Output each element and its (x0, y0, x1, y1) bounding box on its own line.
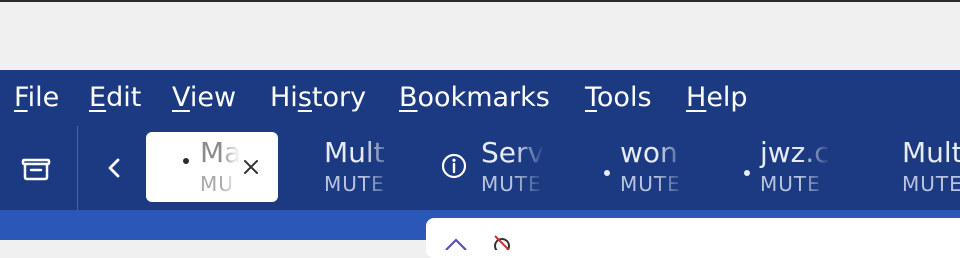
tab-item[interactable]: won MUTE (600, 132, 686, 202)
menu-file[interactable]: File (14, 82, 59, 114)
tab-status-dot (744, 170, 750, 176)
window-titlebar (0, 0, 960, 70)
tab-list-button[interactable] (14, 150, 58, 186)
menu-tools[interactable]: Tools (585, 82, 652, 114)
scroll-tabs-left-button[interactable] (96, 148, 132, 188)
url-bar[interactable] (426, 218, 960, 258)
close-icon (244, 160, 258, 174)
tab-title: Mult (902, 136, 960, 169)
tab-status-dot (604, 170, 610, 176)
menu-history[interactable]: History (270, 82, 366, 114)
menu-help[interactable]: Help (686, 82, 748, 114)
tab-item[interactable]: jwz.c MUTE (740, 132, 830, 202)
site-identity-icon (445, 238, 467, 250)
menu-view[interactable]: View (172, 82, 236, 114)
tab-close-button[interactable] (236, 152, 266, 182)
chevron-left-icon (108, 158, 120, 178)
menu-edit[interactable]: Edit (89, 82, 141, 114)
toolbar-separator (77, 126, 78, 210)
tab-list-icon (21, 158, 51, 181)
tab-item[interactable]: Mult MUTE (324, 132, 394, 202)
permissions-icon (494, 235, 510, 250)
tab-active[interactable]: Ma MU (146, 132, 278, 202)
tab-item[interactable]: Mult MUTE (902, 132, 960, 202)
menu-bar: File Edit View History Bookmarks Tools H… (0, 70, 960, 124)
tab-status-dot (183, 158, 189, 164)
tab-bar: Ma MU Mult MUTE Serv MUTE won MUTE jwz.c… (0, 124, 960, 210)
menu-bookmarks[interactable]: Bookmarks (399, 82, 550, 114)
tab-subtitle: MUTE (902, 172, 960, 196)
tab-item[interactable]: Serv MUTE (438, 132, 544, 202)
info-icon (441, 153, 467, 179)
